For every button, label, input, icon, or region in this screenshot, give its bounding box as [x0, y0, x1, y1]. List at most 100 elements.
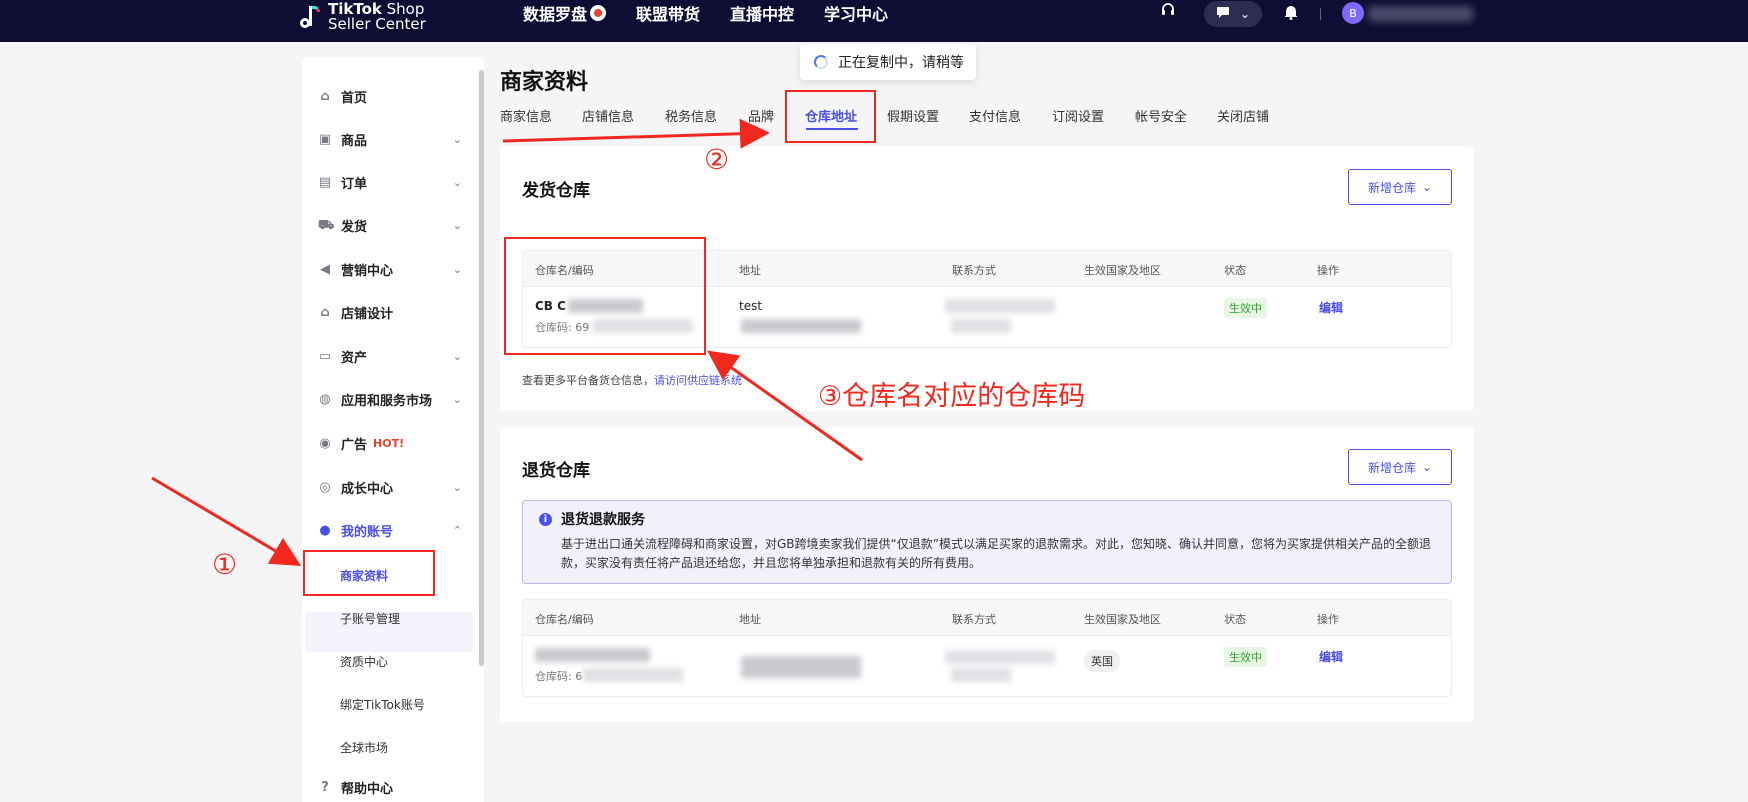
- account-name-redacted[interactable]: [1368, 6, 1473, 22]
- sidebar-item-label: 店铺设计: [341, 307, 394, 322]
- user-icon: ●: [319, 522, 331, 538]
- chat-icon: [1216, 6, 1230, 22]
- bell-icon[interactable]: [1284, 4, 1298, 24]
- return-warehouse-table: 仓库名/编码 地址 联系方式 生效国家及地区 状态 操作 仓库码: 6 英国 生…: [522, 599, 1452, 697]
- shipping-warehouse-title: 发货仓库: [522, 181, 590, 201]
- table-row: 仓库码: 6 英国 生效中 编辑: [523, 636, 1451, 696]
- sidebar-item-orders[interactable]: ▤ 订单 ⌄: [318, 173, 464, 192]
- order-icon: ▤: [318, 174, 332, 190]
- annotation-step-3: ③仓库名对应的仓库码: [818, 381, 1086, 412]
- redacted-contact: [945, 650, 1055, 664]
- chevron-down-icon: ⌄: [452, 393, 462, 406]
- supply-chain-note: 查看更多平台备货仓信息，请访问供应链系统: [522, 372, 742, 388]
- truck-icon: ⛟: [318, 217, 335, 233]
- logo-subtitle: Seller Center: [328, 15, 426, 33]
- tab-subscription-settings[interactable]: 订阅设置: [1052, 106, 1104, 125]
- tab-holiday-settings[interactable]: 假期设置: [887, 106, 939, 125]
- sidebar-scrollbar[interactable]: [479, 70, 484, 666]
- col-contact: 联系方式: [952, 264, 996, 277]
- sidebar-item-label: 商品: [341, 134, 368, 149]
- sidebar-item-store-design[interactable]: ⌂ 店铺设计: [318, 303, 464, 322]
- sidebar-item-marketing[interactable]: ◀ 营销中心 ⌄: [318, 260, 464, 279]
- medal-icon: ◎: [319, 479, 331, 495]
- tab-store-info[interactable]: 店铺信息: [582, 106, 634, 125]
- nav-data-compass[interactable]: 数据罗盘: [523, 1, 607, 25]
- sidebar: ⌂ 首页 ▣ 商品 ⌄ ▤ 订单 ⌄ ⛟ 发货 ⌄ ◀ 营销中心 ⌄ ⌂ 店铺设…: [302, 57, 484, 802]
- tiktok-shop-logo[interactable]: TikTok Shop Seller Center: [300, 2, 426, 32]
- ad-icon: ◉: [319, 435, 331, 451]
- sidebar-sub-subaccounts[interactable]: 子账号管理: [340, 610, 400, 627]
- headset-icon[interactable]: [1160, 2, 1176, 22]
- tab-payment-info[interactable]: 支付信息: [969, 106, 1021, 125]
- col-region: 生效国家及地区: [1084, 613, 1161, 626]
- table-header: 仓库名/编码 地址 联系方式 生效国家及地区 状态 操作: [523, 600, 1451, 636]
- copying-toast: 正在复制中，请稍等: [800, 44, 976, 80]
- sidebar-item-home[interactable]: ⌂ 首页: [318, 87, 464, 106]
- redacted-code: [583, 668, 683, 682]
- sidebar-item-ads[interactable]: ◉ 广告 HOT!: [318, 434, 464, 453]
- messages-button[interactable]: ⌄: [1204, 1, 1262, 27]
- hot-badge: HOT!: [373, 437, 405, 450]
- tab-tax-info[interactable]: 税务信息: [665, 106, 717, 125]
- arrow-to-tab: [502, 118, 770, 149]
- sidebar-item-label: 订单: [341, 177, 368, 192]
- nav-live-control[interactable]: 直播中控: [730, 1, 794, 25]
- sidebar-sub-global-market[interactable]: 全球市场: [340, 739, 388, 756]
- chevron-down-icon: ⌄: [1421, 460, 1433, 474]
- refund-service-notice: i 退货退款服务 基于进出口通关流程障碍和商家设置，对GB跨境卖家我们提供“仅退…: [522, 500, 1452, 584]
- nav-affiliate[interactable]: 联盟带货: [636, 1, 700, 25]
- sidebar-item-help[interactable]: ? 帮助中心: [318, 778, 464, 797]
- tab-close-store[interactable]: 关闭店铺: [1217, 106, 1269, 125]
- toast-text: 正在复制中，请稍等: [838, 55, 964, 71]
- add-shipping-warehouse-button[interactable]: 新增仓库 ⌄: [1348, 169, 1452, 205]
- chevron-down-icon: ⌄: [452, 481, 462, 494]
- sidebar-item-app-market[interactable]: ◍ 应用和服务市场 ⌄: [318, 390, 464, 409]
- sidebar-item-label: 首页: [341, 91, 368, 106]
- nav-label: 数据罗盘: [523, 5, 588, 24]
- chevron-down-icon: ⌄: [452, 219, 462, 232]
- redacted-contact-2: [951, 668, 1011, 682]
- redacted-contact: [945, 299, 1055, 313]
- annotation-step-1: ①: [212, 548, 238, 581]
- avatar[interactable]: B: [1342, 2, 1364, 24]
- col-address: 地址: [739, 264, 761, 277]
- edit-link[interactable]: 编辑: [1319, 648, 1343, 665]
- sidebar-item-my-account[interactable]: ● 我的账号 ⌃: [318, 521, 464, 540]
- sidebar-sub-bind-tiktok[interactable]: 绑定TikTok账号: [340, 696, 425, 713]
- sidebar-item-products[interactable]: ▣ 商品 ⌄: [318, 130, 464, 149]
- sidebar-item-growth[interactable]: ◎ 成长中心 ⌄: [318, 478, 464, 497]
- page-title: 商家资料: [500, 70, 589, 95]
- tab-brand[interactable]: 品牌: [748, 106, 774, 125]
- col-region: 生效国家及地区: [1084, 264, 1161, 277]
- col-contact: 联系方式: [952, 613, 996, 626]
- add-return-warehouse-button[interactable]: 新增仓库 ⌄: [1348, 449, 1452, 485]
- nav-learning-center[interactable]: 学习中心: [824, 1, 888, 25]
- redacted-contact-2: [951, 319, 1011, 333]
- top-nav: 数据罗盘 联盟带货 直播中控 学习中心: [523, 0, 918, 26]
- tab-account-security[interactable]: 帐号安全: [1135, 106, 1187, 125]
- live-dot-icon: [590, 5, 607, 21]
- home-icon: ⌂: [320, 88, 330, 104]
- notice-body: 基于进出口通关流程障碍和商家设置，对GB跨境卖家我们提供“仅退款”模式以满足买家…: [561, 537, 1431, 570]
- col-status: 状态: [1224, 264, 1246, 277]
- supply-chain-link[interactable]: 请访问供应链系统: [654, 374, 742, 387]
- edit-link[interactable]: 编辑: [1319, 299, 1343, 316]
- globe-icon: ◍: [319, 391, 331, 407]
- annotation-box-tab: [785, 90, 876, 143]
- topbar-tools: [1160, 2, 1176, 22]
- redacted-address: [741, 656, 861, 678]
- button-label: 新增仓库: [1367, 460, 1416, 475]
- info-icon: i: [539, 513, 552, 526]
- sidebar-sub-qualification[interactable]: 资质中心: [340, 653, 388, 670]
- sidebar-item-assets[interactable]: ▭ 资产 ⌄: [318, 347, 464, 366]
- chevron-down-icon: ⌄: [452, 263, 462, 276]
- annotation-step-2: ②: [704, 143, 730, 176]
- sidebar-item-shipping[interactable]: ⛟ 发货 ⌄: [318, 216, 464, 235]
- sidebar-item-label: 成长中心: [341, 482, 394, 497]
- tab-merchant-info[interactable]: 商家信息: [500, 106, 552, 125]
- bag-icon: ▣: [318, 131, 332, 147]
- redacted-address: [741, 319, 861, 333]
- warehouse-address: test: [739, 299, 763, 313]
- sidebar-item-label: 资产: [341, 351, 368, 366]
- sidebar-item-label: 我的账号: [341, 525, 394, 540]
